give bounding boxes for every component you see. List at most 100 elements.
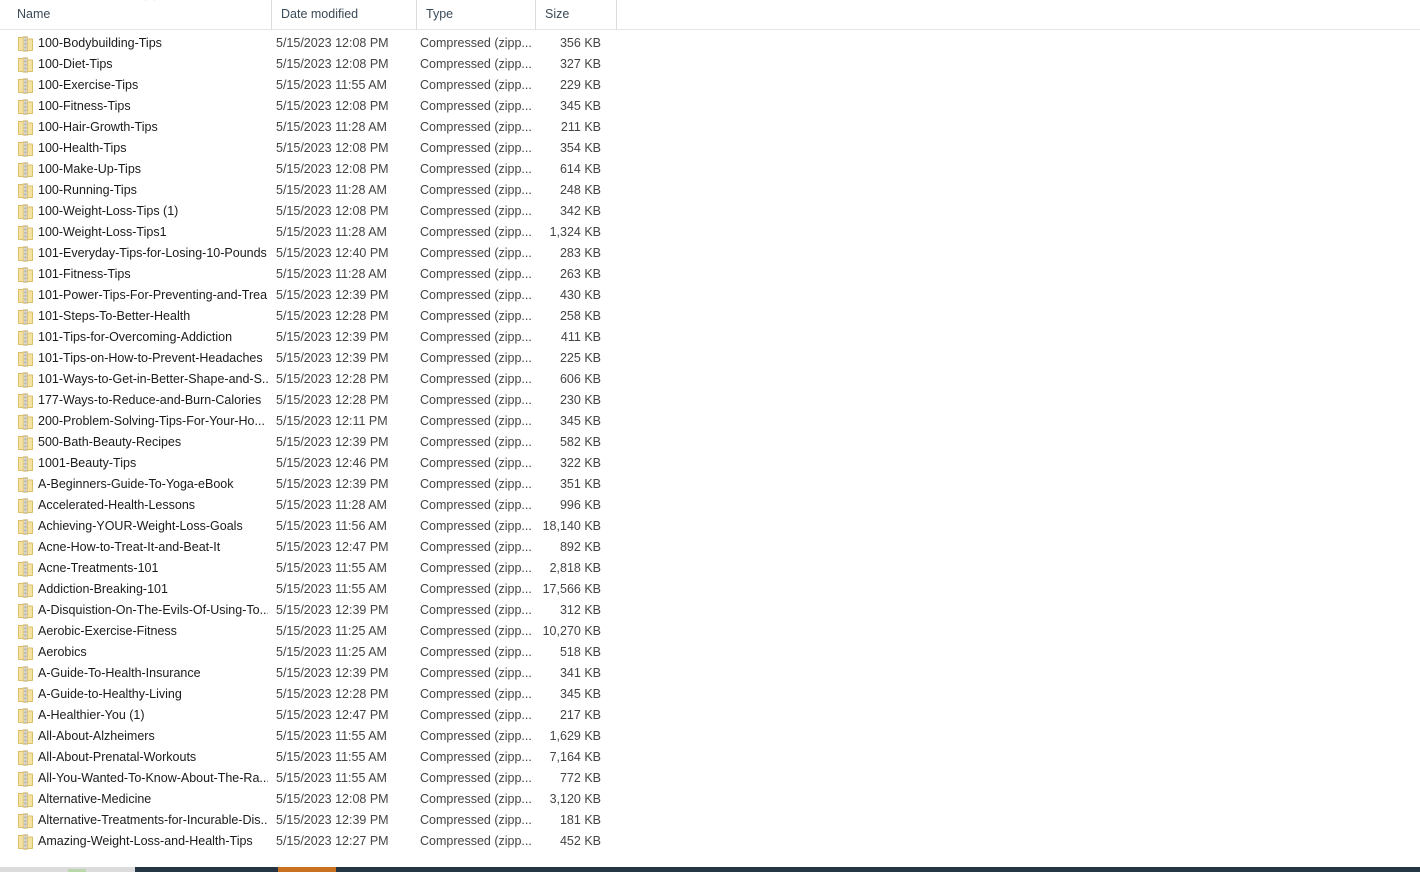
table-row[interactable]: 100-Exercise-Tips 5/15/2023 11:55 AM Compr… — [0, 75, 616, 96]
taskbar-segment-accent — [278, 867, 336, 872]
file-size: 283 KB — [559, 246, 601, 260]
table-row[interactable]: 200-Problem-Solving-Tips-For-Your-Ho... 5… — [0, 411, 616, 432]
table-row[interactable]: 101-Power-Tips-For-Preventing-and-Trea..… — [0, 285, 616, 306]
file-type: Compressed (zipp... — [420, 288, 532, 302]
file-size: 3,120 KB — [549, 792, 601, 806]
file-type: Compressed (zipp... — [420, 771, 532, 785]
file-size: 1,629 KB — [549, 729, 601, 743]
file-size: 225 KB — [559, 351, 601, 365]
file-type: Compressed (zipp... — [420, 477, 532, 491]
file-date-modified: 5/15/2023 12:08 PM — [276, 162, 389, 176]
file-date-modified: 5/15/2023 12:28 PM — [276, 309, 389, 323]
table-row[interactable]: 101-Tips-for-Overcoming-Addiction 5/15/20… — [0, 327, 616, 348]
file-name: 101-Everyday-Tips-for-Losing-10-Pounds — [38, 246, 267, 260]
taskbar-segment-dark-right — [336, 867, 1420, 872]
file-type: Compressed (zipp... — [420, 204, 532, 218]
file-size: 17,566 KB — [542, 582, 601, 596]
table-row[interactable]: 101-Steps-To-Better-Health 5/15/2023 12:2… — [0, 306, 616, 327]
table-row[interactable]: 100-Running-Tips 5/15/2023 11:28 AM Compre… — [0, 180, 616, 201]
file-type: Compressed (zipp... — [420, 414, 532, 428]
table-row[interactable]: 100-Health-Tips 5/15/2023 12:08 PM Compres… — [0, 138, 616, 159]
file-name: 101-Ways-to-Get-in-Better-Shape-and-S... — [38, 372, 268, 386]
table-row[interactable]: 100-Weight-Loss-Tips (1) 5/15/2023 12:08 … — [0, 201, 616, 222]
file-name: 100-Exercise-Tips — [38, 78, 139, 92]
table-row[interactable]: 101-Ways-to-Get-in-Better-Shape-and-S...… — [0, 369, 616, 390]
file-type: Compressed (zipp... — [420, 498, 532, 512]
table-row[interactable]: A-Disquistion-On-The-Evils-Of-Using-To..… — [0, 600, 616, 621]
file-date-modified: 5/15/2023 12:08 PM — [276, 57, 389, 71]
table-row[interactable]: Alternative-Treatments-for-Incurable-Dis… — [0, 810, 616, 831]
file-type: Compressed (zipp... — [420, 456, 532, 470]
file-name: 101-Fitness-Tips — [38, 267, 131, 281]
table-row[interactable]: 101-Fitness-Tips 5/15/2023 11:28 AM Compre… — [0, 264, 616, 285]
table-row[interactable]: 100-Hair-Growth-Tips 5/15/2023 11:28 AM Co… — [0, 117, 616, 138]
file-name: 101-Power-Tips-For-Preventing-and-Trea..… — [38, 288, 268, 302]
file-type: Compressed (zipp... — [420, 99, 532, 113]
file-size: 230 KB — [559, 393, 601, 407]
table-row[interactable]: Acne-How-to-Treat-It-and-Beat-It 5/15/202… — [0, 537, 616, 558]
table-row[interactable]: Aerobic-Exercise-Fitness 5/15/2023 11:25 … — [0, 621, 616, 642]
file-name: A-Beginners-Guide-To-Yoga-eBook — [38, 477, 234, 491]
table-row[interactable]: 500-Bath-Beauty-Recipes 5/15/2023 12:39 P… — [0, 432, 616, 453]
file-date-modified: 5/15/2023 11:25 AM — [276, 645, 387, 659]
column-divider — [616, 0, 617, 29]
file-name: Amazing-Weight-Loss-and-Health-Tips — [38, 834, 253, 848]
file-date-modified: 5/15/2023 12:47 PM — [276, 708, 389, 722]
file-name: All-About-Alzheimers — [38, 729, 155, 743]
table-row[interactable]: Aerobics 5/15/2023 11:25 AM Compressed (zi… — [0, 642, 616, 663]
file-size: 430 KB — [559, 288, 601, 302]
file-date-modified: 5/15/2023 12:47 PM — [276, 540, 389, 554]
table-row[interactable]: 101-Tips-on-How-to-Prevent-Headaches 5/15… — [0, 348, 616, 369]
table-row[interactable]: Addiction-Breaking-101 5/15/2023 11:55 AM… — [0, 579, 616, 600]
file-explorer-details-view: Name Date modified Type Size 100-Bodybui… — [0, 0, 1420, 858]
file-name: Acne-How-to-Treat-It-and-Beat-It — [38, 540, 221, 554]
table-row[interactable]: 100-Bodybuilding-Tips 5/15/2023 12:08 PM C… — [0, 33, 616, 54]
table-row[interactable]: Achieving-YOUR-Weight-Loss-Goals 5/15/202… — [0, 516, 616, 537]
file-date-modified: 5/15/2023 12:39 PM — [276, 435, 389, 449]
table-row[interactable]: All-About-Prenatal-Workouts 5/15/2023 11:… — [0, 747, 616, 768]
file-name: 100-Weight-Loss-Tips1 — [38, 225, 167, 239]
table-row[interactable]: All-About-Alzheimers 5/15/2023 11:55 AM Co… — [0, 726, 616, 747]
table-row[interactable]: 100-Fitness-Tips 5/15/2023 12:08 PM Compre… — [0, 96, 616, 117]
file-type: Compressed (zipp... — [420, 267, 532, 281]
file-size: 1,324 KB — [549, 225, 601, 239]
sort-ascending-icon — [143, 0, 157, 6]
file-size: 452 KB — [559, 834, 601, 848]
table-row[interactable]: 100-Weight-Loss-Tips1 5/15/2023 11:28 AM C… — [0, 222, 616, 243]
table-row[interactable]: 101-Everyday-Tips-for-Losing-10-Pounds 5/… — [0, 243, 616, 264]
column-header-name[interactable]: Name — [0, 0, 271, 29]
file-size: 345 KB — [559, 99, 601, 113]
file-size: 211 KB — [560, 120, 601, 134]
file-type: Compressed (zipp... — [420, 120, 532, 134]
table-row[interactable]: A-Guide-To-Health-Insurance 5/15/2023 12:… — [0, 663, 616, 684]
table-row[interactable]: Accelerated-Health-Lessons 5/15/2023 11:2… — [0, 495, 616, 516]
file-date-modified: 5/15/2023 12:28 PM — [276, 372, 389, 386]
file-date-modified: 5/15/2023 12:08 PM — [276, 792, 389, 806]
table-row[interactable]: A-Healthier-You (1) 5/15/2023 12:47 PM Com… — [0, 705, 616, 726]
file-size: 7,164 KB — [549, 750, 601, 764]
table-row[interactable]: All-You-Wanted-To-Know-About-The-Ra... 5/… — [0, 768, 616, 789]
file-size: 312 KB — [559, 603, 601, 617]
table-row[interactable]: 100-Make-Up-Tips 5/15/2023 12:08 PM Compre… — [0, 159, 616, 180]
file-name: 100-Hair-Growth-Tips — [38, 120, 158, 134]
file-size: 996 KB — [559, 498, 601, 512]
column-header-date-modified[interactable]: Date modified — [271, 0, 416, 29]
column-header-size[interactable]: Size — [535, 0, 616, 29]
table-row[interactable]: 100-Diet-Tips 5/15/2023 12:08 PM Compresse… — [0, 54, 616, 75]
table-row[interactable]: 1001-Beauty-Tips 5/15/2023 12:46 PM Compre… — [0, 453, 616, 474]
file-date-modified: 5/15/2023 11:28 AM — [276, 120, 387, 134]
file-date-modified: 5/15/2023 12:39 PM — [276, 351, 389, 365]
table-row[interactable]: A-Guide-to-Healthy-Living 5/15/2023 12:28… — [0, 684, 616, 705]
file-type: Compressed (zipp... — [420, 792, 532, 806]
table-row[interactable]: Amazing-Weight-Loss-and-Health-Tips 5/15/… — [0, 831, 616, 852]
table-row[interactable]: Alternative-Medicine 5/15/2023 12:08 PM Co… — [0, 789, 616, 810]
column-header-type[interactable]: Type — [416, 0, 535, 29]
table-row[interactable]: A-Beginners-Guide-To-Yoga-eBook 5/15/2023… — [0, 474, 616, 495]
file-size: 342 KB — [559, 204, 601, 218]
table-row[interactable]: 177-Ways-to-Reduce-and-Burn-Calories 5/15… — [0, 390, 616, 411]
file-type: Compressed (zipp... — [420, 708, 532, 722]
file-date-modified: 5/15/2023 11:28 AM — [276, 498, 387, 512]
table-row[interactable]: Acne-Treatments-101 5/15/2023 11:55 AM Com… — [0, 558, 616, 579]
file-size: 229 KB — [559, 78, 601, 92]
file-name: 100-Fitness-Tips — [38, 99, 131, 113]
